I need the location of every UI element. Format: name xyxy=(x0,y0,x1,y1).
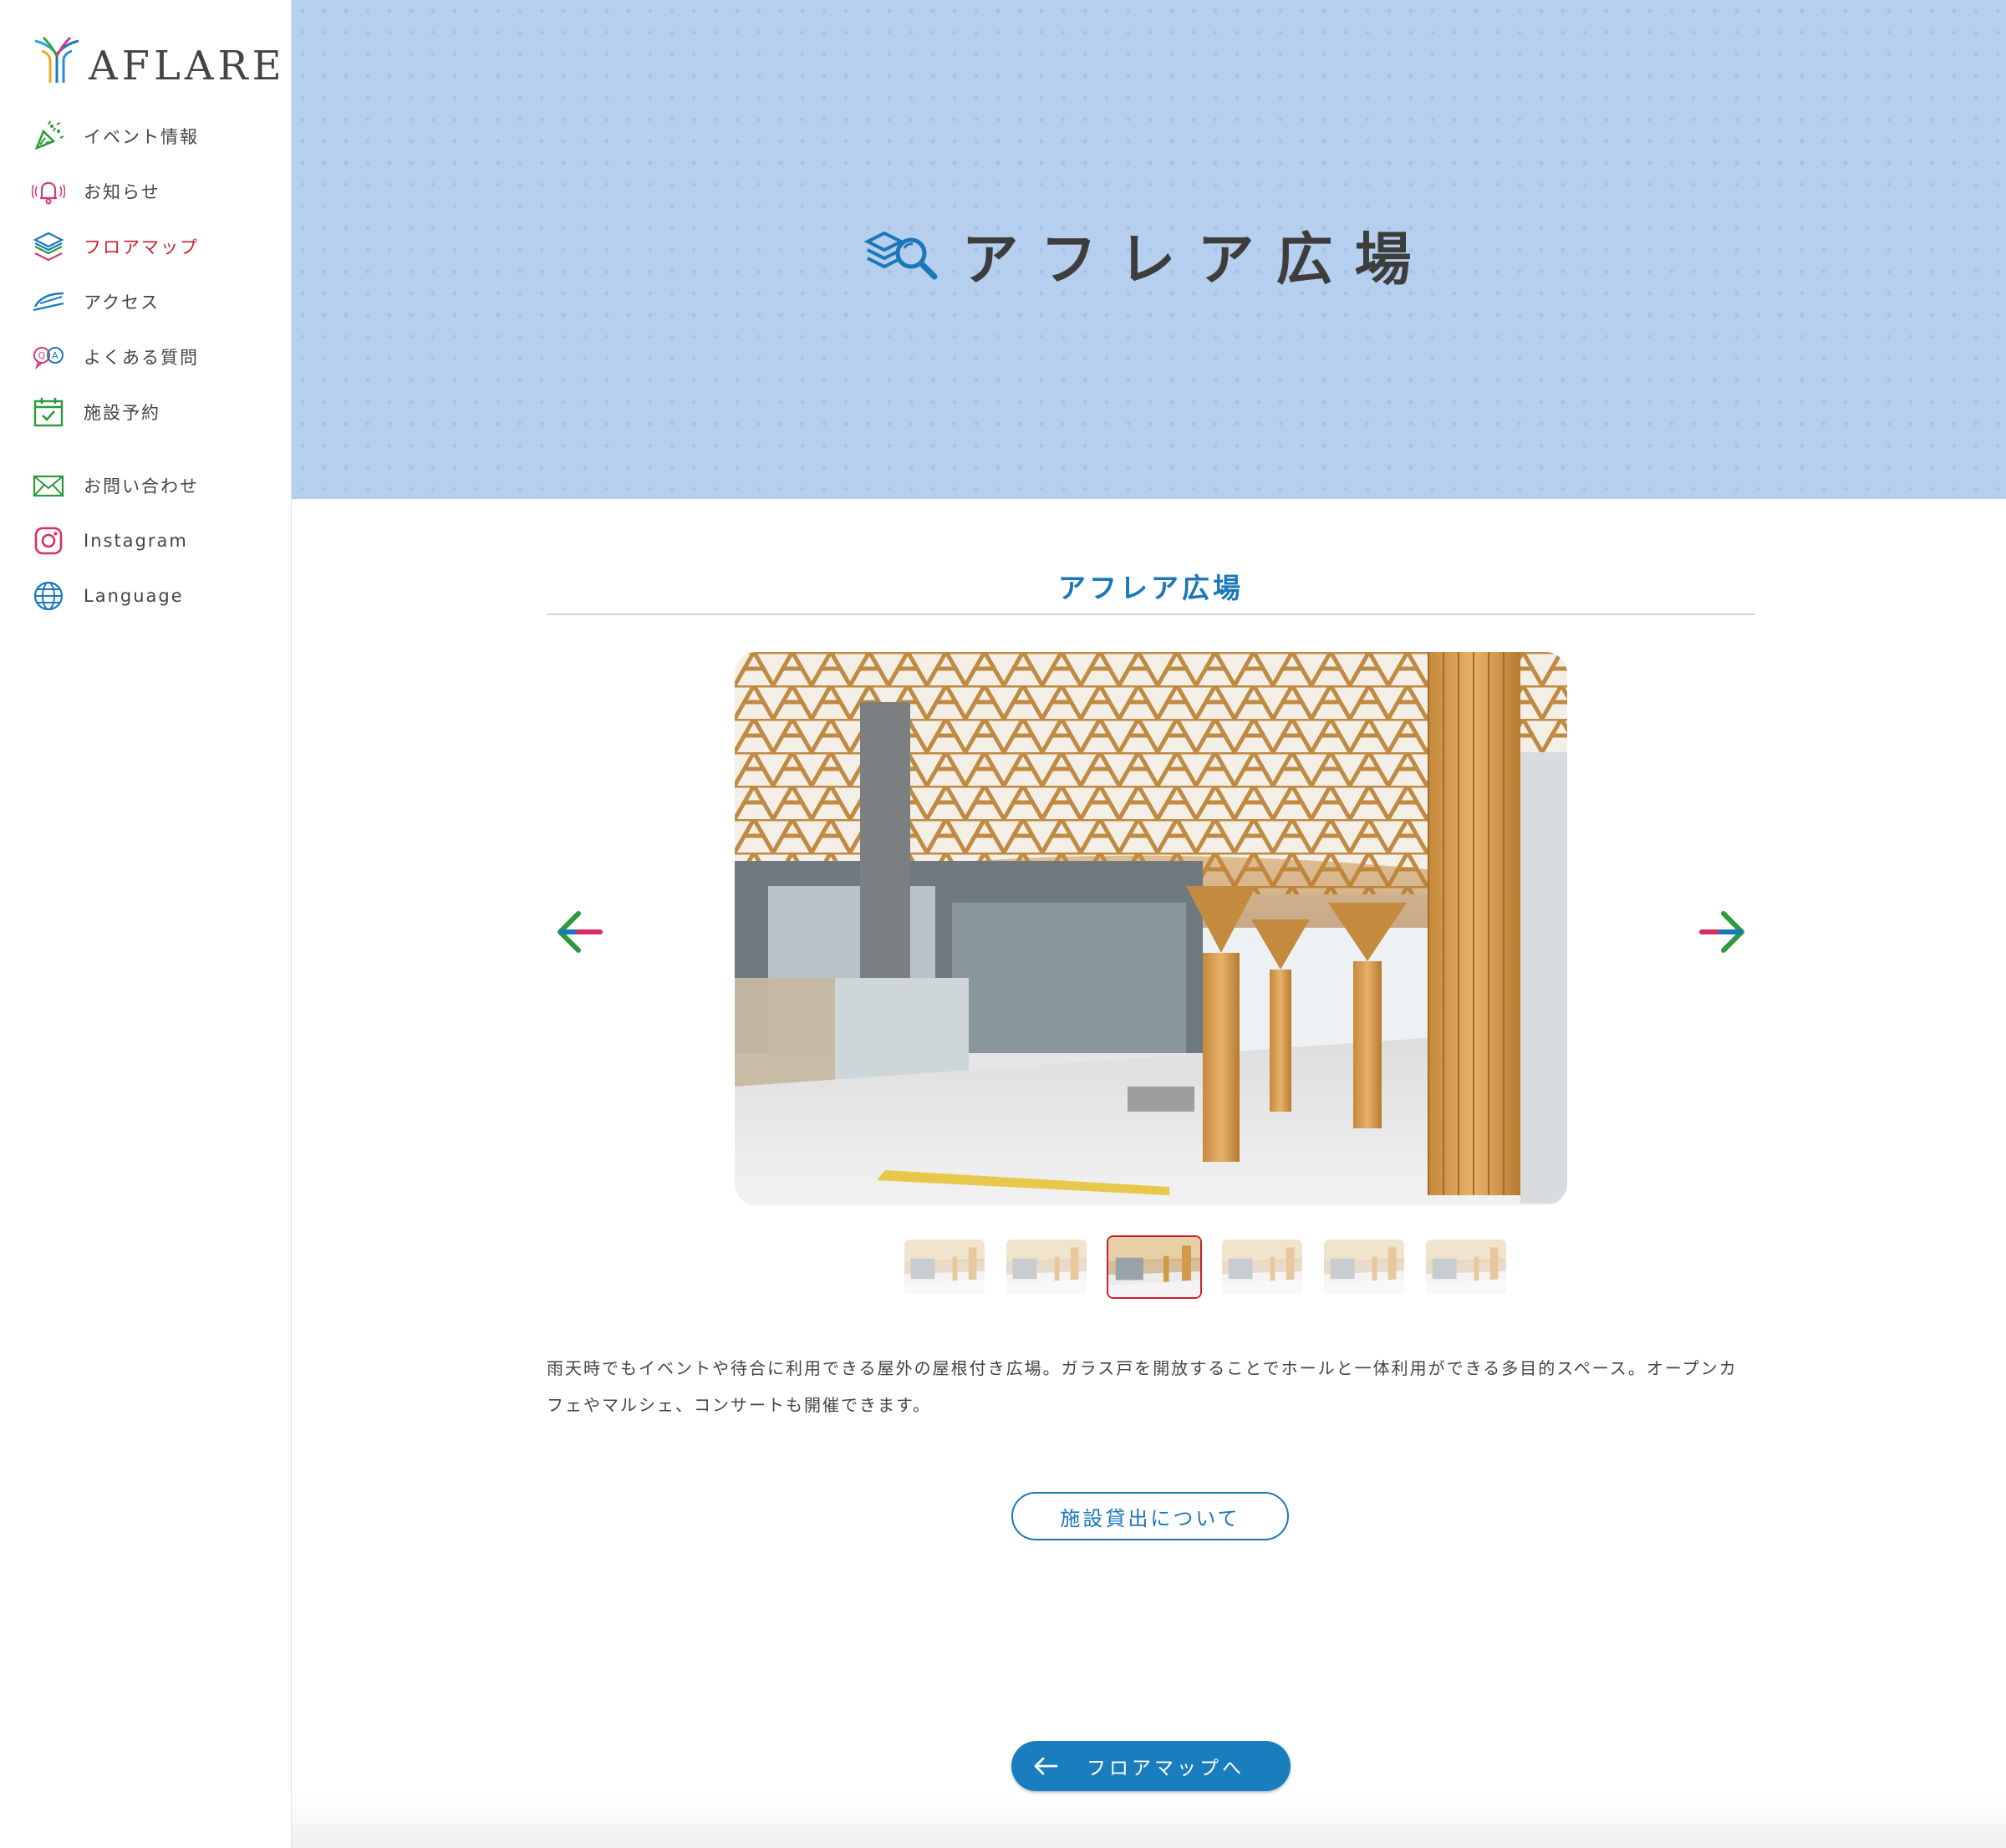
carousel-thumbnail[interactable] xyxy=(1220,1238,1304,1296)
aflare-logo-icon xyxy=(34,36,79,83)
page-footer-shadow xyxy=(292,1797,2006,1848)
train-icon xyxy=(30,283,67,320)
instagram-icon xyxy=(30,522,67,559)
sidebar-item-language[interactable]: Language xyxy=(30,568,281,624)
layers-search-icon xyxy=(864,231,938,279)
globe-icon xyxy=(30,578,67,614)
sidebar-item-reservation[interactable]: 施設予約 xyxy=(30,384,281,440)
sidebar-item-label: 施設予約 xyxy=(84,403,160,423)
sidebar-item-label: お問い合わせ xyxy=(84,476,199,496)
carousel-next-button[interactable] xyxy=(1698,907,1749,957)
carousel-thumbnails xyxy=(903,1235,1508,1299)
sidebar-item-contact[interactable]: お問い合わせ xyxy=(30,458,281,513)
carousel-thumbnail[interactable] xyxy=(903,1238,986,1296)
sidebar-item-label: お知らせ xyxy=(84,182,160,202)
arrow-right-icon xyxy=(1699,911,1744,953)
sidebar-item-label: Instagram xyxy=(84,531,188,551)
layers-icon xyxy=(30,228,67,265)
arrow-left-icon xyxy=(1033,1756,1058,1776)
sidebar-item-label: アクセス xyxy=(84,293,160,313)
svg-text:Q: Q xyxy=(38,350,46,361)
sidebar-item-instagram[interactable]: Instagram xyxy=(30,513,281,568)
sidebar-item-label: フロアマップ xyxy=(84,237,199,257)
sidebar-item-label: イベント情報 xyxy=(84,127,199,147)
logo-text: AFLARE xyxy=(89,43,286,89)
description-text: 雨天時でもイベントや待合に利用できる屋外の屋根付き広場。ガラス戸を開放することで… xyxy=(547,1358,1738,1415)
sidebar-item-floor-map[interactable]: フロアマップ xyxy=(30,219,281,274)
carousel-thumbnail[interactable] xyxy=(1005,1238,1088,1296)
back-button-label: フロアマップへ xyxy=(1087,1758,1245,1779)
sidebar-item-events[interactable]: イベント情報 xyxy=(30,109,281,164)
sidebar-item-news[interactable]: お知らせ xyxy=(30,164,281,219)
logo[interactable]: AFLARE xyxy=(32,33,286,89)
mail-icon xyxy=(30,467,67,504)
carousel-prev-button[interactable] xyxy=(553,907,603,957)
plaza-photo xyxy=(735,652,1567,1205)
sidebar-item-label: Language xyxy=(84,586,184,606)
hero-title-text: アフレア広場 xyxy=(961,227,1433,293)
carousel-thumbnail[interactable] xyxy=(1107,1235,1202,1299)
carousel-thumbnail[interactable] xyxy=(1322,1238,1406,1296)
hero-banner: アフレア広場 xyxy=(292,0,2006,499)
carousel-main-image xyxy=(735,652,1567,1205)
bell-icon xyxy=(30,173,67,210)
sidebar-item-label: よくある質問 xyxy=(84,348,199,368)
back-to-floor-map-button[interactable]: フロアマップへ xyxy=(1011,1741,1291,1791)
sidebar-item-access[interactable]: アクセス xyxy=(30,274,281,329)
section-title: アフレア広場 xyxy=(1058,572,1244,604)
carousel-thumbnail[interactable] xyxy=(1424,1238,1508,1296)
sidebar-item-faq[interactable]: QA よくある質問 xyxy=(30,329,281,384)
party-popper-icon xyxy=(30,118,67,155)
calendar-check-icon xyxy=(30,394,67,430)
hero-title: アフレア広場 xyxy=(292,213,2006,296)
section-divider xyxy=(547,613,1755,615)
rental-info-button[interactable]: 施設貸出について xyxy=(1011,1492,1289,1540)
svg-text:A: A xyxy=(52,350,59,361)
qa-icon: QA xyxy=(30,339,67,375)
arrow-left-icon xyxy=(558,911,603,953)
sidebar-nav: イベント情報 お知らせ フロアマップ アクセス QA よくある質問 施設予約 お… xyxy=(30,109,281,624)
sidebar: AFLARE イベント情報 お知らせ フロアマップ アクセス Q A よくある質… xyxy=(0,0,292,1848)
